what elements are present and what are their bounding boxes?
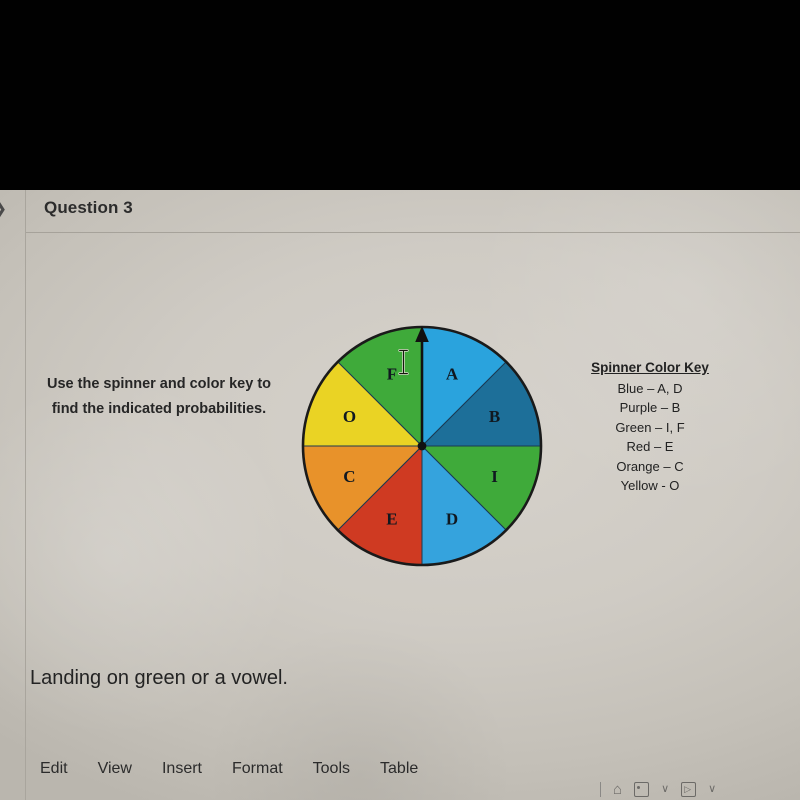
spinner-color-key: Spinner Color Key Blue – A, D Purple – B G…: [575, 358, 725, 496]
left-sidebar-sliver[interactable]: ❯: [0, 190, 26, 800]
media-play-glyph: ▷: [684, 784, 692, 794]
menu-item-insert[interactable]: Insert: [162, 760, 202, 778]
header-divider: [26, 232, 800, 233]
menu-item-table[interactable]: Table: [380, 760, 418, 778]
color-key-entry: Yellow - O: [620, 478, 680, 493]
screenshot-root: ❯ Question 3 Use the spinner and color k…: [0, 0, 800, 800]
insert-media-icon[interactable]: ▷: [681, 782, 697, 797]
spinner-label-c: C: [343, 467, 355, 486]
spinner-label-a: A: [446, 364, 459, 383]
color-key-entry: Red – E: [626, 439, 674, 454]
insert-image-icon[interactable]: [634, 782, 650, 797]
chevron-down-icon-media[interactable]: ∨: [708, 782, 716, 797]
color-key-entry: Blue – A, D: [617, 380, 683, 396]
bottom-toolbar: ⌂ ∨ ▷ ∨: [600, 782, 716, 797]
menu-bar: Edit View Insert Format Tools Table: [40, 760, 418, 778]
text-cursor-icon: [398, 349, 409, 375]
top-letterbox-band: [0, 0, 800, 190]
undo-arrow-icon[interactable]: ⌂: [613, 782, 622, 797]
color-key-entry: Orange – C: [616, 458, 684, 474]
spinner-label-o: O: [343, 407, 356, 426]
spinner-label-f: F: [387, 364, 397, 383]
chevron-down-icon-image[interactable]: ∨: [661, 782, 669, 797]
spinner-label-b: B: [489, 407, 500, 426]
document-page: ❯ Question 3 Use the spinner and color k…: [0, 190, 800, 800]
page-title: Question 3: [44, 198, 133, 217]
chevron-right-icon[interactable]: ❯: [0, 200, 9, 217]
color-key-title: Spinner Color Key: [591, 360, 709, 375]
spinner-hub: [417, 441, 427, 451]
color-key-entry: Green – I, F: [615, 419, 685, 435]
menu-item-edit[interactable]: Edit: [40, 760, 68, 778]
spinner-wheel: A B I D E C O F: [301, 325, 543, 567]
spinner-label-e: E: [386, 510, 397, 529]
spinner-figure: A B I D E C O F: [300, 324, 544, 568]
spinner-label-d: D: [446, 510, 458, 529]
instructions-text: Use the spinner and color key to find th…: [47, 376, 271, 417]
color-key-entry: Purple – B: [619, 400, 681, 415]
color-key-list: Blue – A, D Purple – B Green – I, F Red – E…: [575, 379, 725, 496]
menu-item-format[interactable]: Format: [232, 760, 283, 778]
question-prompt: Landing on green or a vowel.: [30, 667, 288, 689]
spinner-label-i: I: [491, 467, 498, 486]
toolbar-divider: [600, 782, 601, 797]
menu-item-tools[interactable]: Tools: [313, 760, 350, 778]
menu-item-view[interactable]: View: [98, 760, 132, 778]
